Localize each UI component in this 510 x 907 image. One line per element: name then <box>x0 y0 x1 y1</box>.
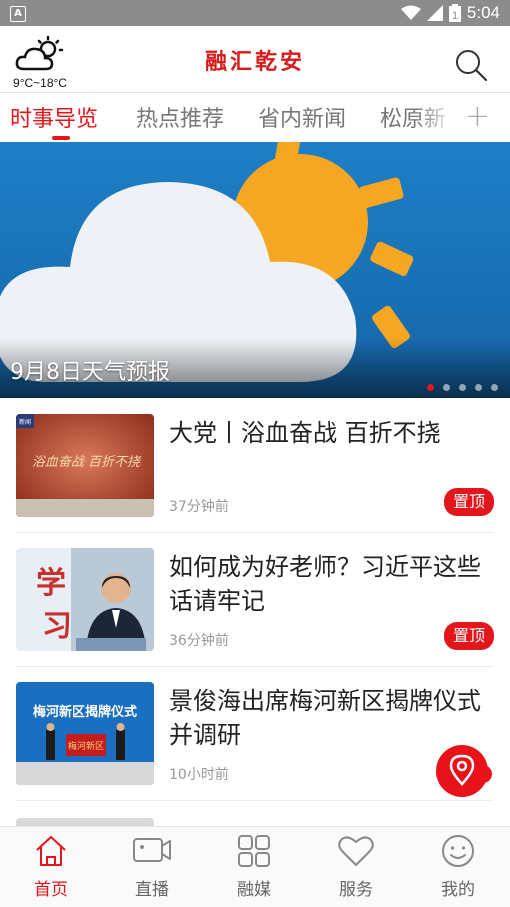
notification-icon: A <box>10 6 26 22</box>
nav-home[interactable]: 首页 <box>11 833 91 900</box>
location-pin-button[interactable] <box>435 744 493 798</box>
thumb-caption: 习 <box>42 609 72 644</box>
thumb-label: 梅河新区 <box>68 740 104 752</box>
nav-label: 我的 <box>441 880 475 900</box>
thumb-caption: 学 <box>36 566 66 601</box>
news-thumbnail: 学 习 <box>16 548 154 651</box>
app-header: 9°C~18°C 融汇乾安 <box>0 26 510 92</box>
news-thumbnail: 新闻 浴血奋战 百折不挠 <box>16 414 154 517</box>
smile-icon <box>442 835 474 867</box>
carousel-dots <box>427 384 498 391</box>
app-title: 融汇乾安 <box>204 49 305 75</box>
nav-label: 服务 <box>339 880 373 900</box>
thumb-caption: 浴血奋战 百折不挠 <box>32 455 142 470</box>
news-thumbnail: 梅河新区揭牌仪式 梅河新区 <box>16 682 154 785</box>
battery-icon: 1 <box>448 4 461 22</box>
tab-provincial-news[interactable]: 省内新闻 <box>258 101 346 133</box>
nav-live[interactable]: 直播 <box>112 833 192 900</box>
wifi-icon <box>400 5 421 20</box>
camera-icon <box>133 838 171 862</box>
clock: 5:04 <box>466 3 500 22</box>
nav-label: 直播 <box>135 880 169 900</box>
tab-hot-picks[interactable]: 热点推荐 <box>136 101 224 133</box>
status-indicators: 1 5:04 <box>400 3 500 23</box>
news-title: 大党丨浴血奋战 百折不挠 <box>169 419 441 447</box>
carousel-dot <box>427 384 434 391</box>
thumb-label: 新闻 <box>19 418 31 426</box>
news-title: 景俊海出席梅河新区揭牌仪式并调研 <box>169 687 481 749</box>
news-time: 10小时前 <box>169 767 229 783</box>
search-icon[interactable] <box>454 48 488 82</box>
news-item[interactable]: 新闻 浴血奋战 百折不挠 大党丨浴血奋战 百折不挠 37分钟前 置顶 <box>16 398 494 533</box>
nav-label: 融媒 <box>237 880 271 900</box>
news-item-partial <box>16 818 154 826</box>
news-time: 36分钟前 <box>169 633 229 649</box>
status-bar: A 1 5:04 <box>0 0 510 26</box>
tab-current-affairs[interactable]: 时事导览 <box>10 101 98 133</box>
tab-fade <box>416 93 456 143</box>
carousel-dot <box>459 384 466 391</box>
banner-carousel[interactable]: 9月8日天气预报 <box>0 142 510 398</box>
add-tab-button[interactable]: + <box>465 99 490 134</box>
carousel-dot <box>443 384 450 391</box>
news-item[interactable]: 学 习 如何成为好老师？习近平这些话请牢记 36分钟前 置顶 <box>16 532 494 667</box>
signal-icon <box>426 5 443 21</box>
carousel-dot <box>491 384 498 391</box>
news-item[interactable]: 梅河新区揭牌仪式 梅河新区 景俊海出席梅河新区揭牌仪式并调研 10小时前 <box>16 666 494 801</box>
thumb-caption: 梅河新区揭牌仪式 <box>33 704 137 720</box>
pinned-badge: 置顶 <box>443 488 494 516</box>
active-tab-indicator <box>52 136 70 140</box>
banner-caption: 9月8日天气预报 <box>10 360 170 385</box>
nav-label: 首页 <box>34 880 68 900</box>
carousel-dot <box>475 384 482 391</box>
home-icon <box>36 836 66 866</box>
heart-icon <box>338 836 374 866</box>
bottom-navigation: 首页 直播 融媒 服务 我的 <box>0 826 510 907</box>
news-time: 37分钟前 <box>169 499 229 515</box>
pinned-badge: 置顶 <box>443 622 494 650</box>
temperature-range: 9°C~18°C <box>13 76 67 90</box>
nav-mine[interactable]: 我的 <box>418 833 498 900</box>
news-title: 如何成为好老师？习近平这些话请牢记 <box>169 553 481 615</box>
nav-media[interactable]: 融媒 <box>214 833 294 900</box>
battery-level-text: 1 <box>452 10 458 22</box>
nav-services[interactable]: 服务 <box>316 833 396 900</box>
grid-icon <box>238 835 270 867</box>
category-tabs: 时事导览 热点推荐 省内新闻 松原新 + <box>0 92 510 143</box>
